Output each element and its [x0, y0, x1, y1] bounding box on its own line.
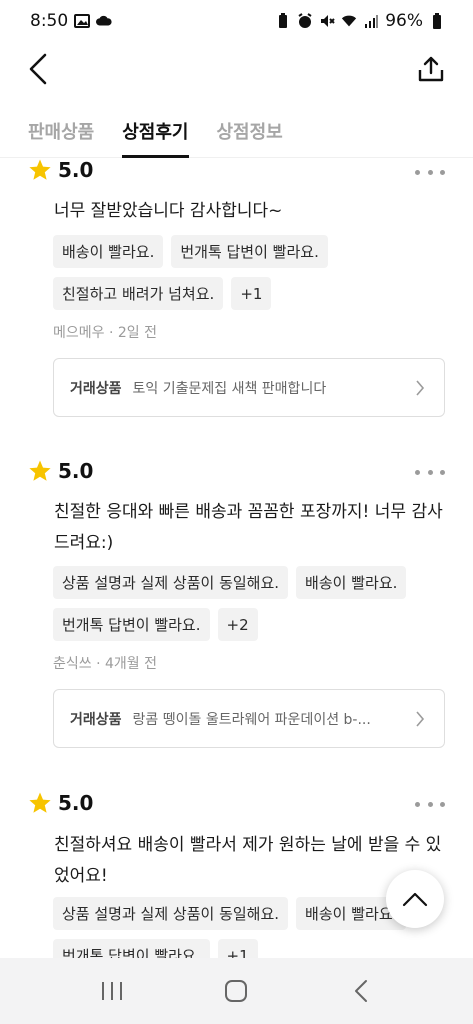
- battery-saver-icon: [275, 13, 291, 29]
- review-tags: 배송이 빨라요. 번개톡 답변이 빨라요. 친절하고 배려가 넘쳐요. +1: [53, 235, 448, 310]
- wifi-icon: [341, 13, 357, 29]
- signal-icon: [363, 13, 379, 29]
- system-back-button[interactable]: [341, 971, 381, 1011]
- review-tag: 상품 설명과 실제 상품이 동일해요.: [53, 897, 289, 930]
- more-tags-button[interactable]: +2: [217, 608, 258, 641]
- battery-percent: 96%: [385, 11, 423, 31]
- review-tag: 배송이 빨라요.: [53, 235, 164, 268]
- review-meta: 메으메우 · 2일 전: [53, 325, 157, 341]
- star-icon: [29, 460, 51, 481]
- system-nav-bar: [0, 958, 473, 1024]
- more-tags-button[interactable]: +1: [231, 277, 272, 310]
- product-label: 거래상품: [70, 711, 122, 728]
- chevron-right-icon: [412, 709, 428, 729]
- review-text: 친절한 응대와 빠른 배송과 꼼꼼한 포장까지! 너무 감사드려요:): [54, 502, 443, 553]
- back-arrow-icon: [29, 53, 47, 85]
- gallery-icon: [74, 13, 91, 29]
- tab-reviews[interactable]: 상점후기: [122, 108, 189, 158]
- recent-apps-button[interactable]: [92, 971, 132, 1011]
- review-list: 5.0 너무 잘받았습니다 감사합니다~ 배송이 빨라요. 번개톡 답변이 빨라…: [0, 158, 473, 958]
- review-tags: 상품 설명과 실제 상품이 동일해요. 배송이 빨라요. 번개톡 답변이 빨라요…: [53, 566, 448, 641]
- more-tags-button[interactable]: +1: [217, 939, 258, 958]
- alarm-icon: [297, 13, 313, 29]
- more-options-button[interactable]: [415, 162, 445, 182]
- product-title: 랑콤 뗑이돌 울트라웨어 파운데이션 b-...: [132, 711, 371, 728]
- rating-score: 5.0: [58, 791, 94, 815]
- review-meta: 춘식쓰 · 4개월 전: [53, 656, 157, 672]
- chevron-right-icon: [412, 378, 428, 398]
- review-rating: 5.0: [28, 456, 93, 486]
- chevron-up-icon: [402, 892, 428, 907]
- review-text: 친절하셔요 배송이 빨라서 제가 원하는 날에 받을 수 있었어요!: [54, 835, 442, 886]
- traded-product-link[interactable]: 거래상품 랑콤 뗑이돌 울트라웨어 파운데이션 b-...: [53, 689, 445, 748]
- rating-score: 5.0: [58, 158, 94, 182]
- review-tag: 친절하고 배려가 넘쳐요.: [53, 277, 224, 310]
- rating-score: 5.0: [58, 459, 94, 483]
- status-bar: 8:50 96%: [0, 0, 473, 42]
- more-options-button[interactable]: [415, 794, 445, 814]
- review-tag: 배송이 빨라요.: [296, 566, 407, 599]
- back-button[interactable]: [28, 50, 58, 88]
- review-rating: 5.0: [28, 788, 93, 818]
- product-title: 토익 기출문제집 새책 판매합니다: [132, 380, 327, 397]
- battery-icon: [429, 13, 445, 29]
- review-tag: 번개톡 답변이 빨라요.: [53, 608, 210, 641]
- tab-store-info[interactable]: 상점정보: [217, 108, 283, 158]
- traded-product-link[interactable]: 거래상품 토익 기출문제집 새책 판매합니다: [53, 358, 445, 417]
- home-button[interactable]: [216, 971, 256, 1011]
- store-tabs: 판매상품 상점후기 상점정보: [0, 108, 473, 158]
- review-text: 너무 잘받았습니다 감사합니다~: [54, 201, 283, 221]
- share-icon: [418, 56, 444, 82]
- review-tag: 번개톡 답변이 빨라요.: [53, 939, 210, 958]
- review-rating: 5.0: [28, 158, 93, 185]
- status-time: 8:50: [30, 11, 69, 31]
- product-label: 거래상품: [70, 380, 122, 397]
- share-button[interactable]: [415, 50, 447, 88]
- tab-products[interactable]: 판매상품: [28, 108, 94, 158]
- scroll-to-top-button[interactable]: [386, 870, 444, 928]
- recent-apps-icon: [102, 982, 123, 1000]
- star-icon: [29, 159, 51, 180]
- review-tag: 번개톡 답변이 빨라요.: [171, 235, 328, 268]
- more-options-button[interactable]: [415, 462, 445, 482]
- header: [0, 42, 473, 98]
- review-tag: 상품 설명과 실제 상품이 동일해요.: [53, 566, 289, 599]
- mute-icon: [319, 13, 335, 29]
- cloud-icon: [96, 13, 112, 29]
- star-icon: [29, 792, 51, 813]
- system-back-icon: [354, 980, 367, 1002]
- home-icon: [225, 980, 248, 1002]
